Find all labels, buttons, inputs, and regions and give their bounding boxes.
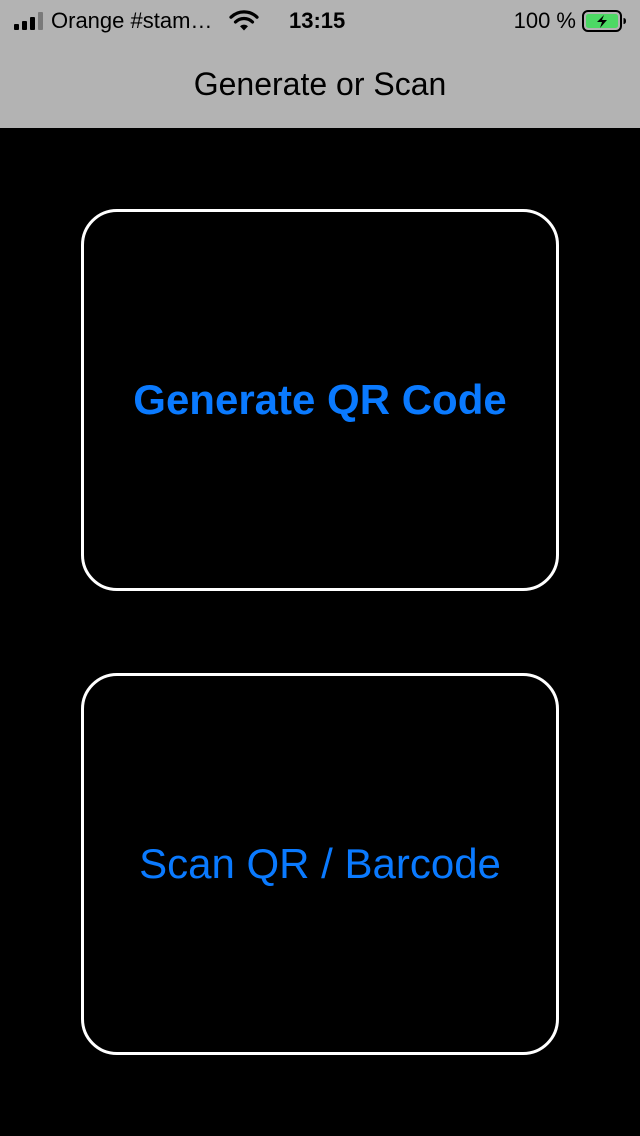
- navigation-header: Orange #stam… 13:15 100 % Generate or Sc: [0, 0, 640, 128]
- scan-barcode-label: Scan QR / Barcode: [139, 840, 501, 887]
- battery-percentage: 100 %: [513, 8, 576, 33]
- status-time: 13:15: [289, 8, 346, 33]
- wifi-icon: [229, 10, 260, 31]
- status-bar-left: Orange #stam…: [14, 9, 260, 33]
- status-bar-right: 100 %: [514, 8, 628, 34]
- app-screen: Orange #stam… 13:15 100 % Generate or Sc: [0, 0, 640, 1136]
- scan-barcode-button[interactable]: Scan QR / Barcode: [81, 673, 559, 1055]
- generate-qr-label: Generate QR Code: [133, 376, 507, 423]
- status-bar: Orange #stam… 13:15 100 %: [0, 0, 640, 42]
- cellular-signal-icon: [14, 12, 43, 30]
- generate-qr-button[interactable]: Generate QR Code: [81, 209, 559, 591]
- battery-charging-icon: [582, 10, 626, 32]
- page-title: Generate or Scan: [193, 66, 447, 102]
- carrier-name: Orange #stam…: [51, 8, 213, 33]
